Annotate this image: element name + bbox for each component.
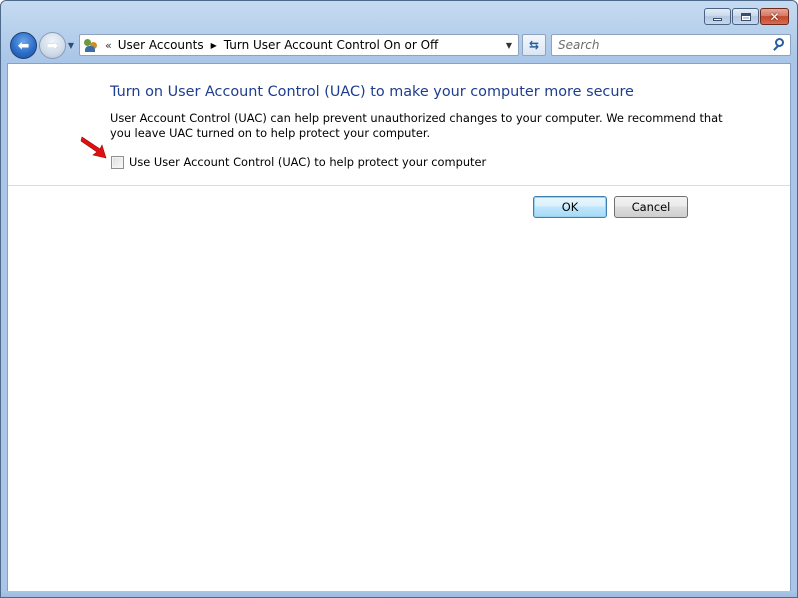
- content-pane: Turn on User Account Control (UAC) to ma…: [7, 63, 791, 593]
- minimize-button[interactable]: [704, 8, 731, 25]
- ok-button[interactable]: OK: [533, 196, 607, 218]
- forward-button[interactable]: ➡: [39, 32, 66, 59]
- navigation-bar: ⬅ ➡ ▼ « User Accounts ▶ Turn User Accoun…: [1, 31, 797, 59]
- minimize-icon: [713, 18, 722, 21]
- divider: [8, 185, 790, 186]
- description: User Account Control (UAC) can help prev…: [110, 111, 723, 141]
- close-button[interactable]: ✕: [760, 8, 789, 25]
- refresh-icon: ⇆: [528, 38, 540, 52]
- uac-checkbox-row[interactable]: Use User Account Control (UAC) to help p…: [111, 155, 486, 169]
- breadcrumb-current-page[interactable]: Turn User Account Control On or Off: [224, 38, 439, 52]
- breadcrumb-overflow[interactable]: «: [105, 39, 112, 52]
- red-arrow-icon: [80, 136, 107, 159]
- uac-checkbox[interactable]: [111, 155, 124, 169]
- breadcrumb-user-accounts[interactable]: User Accounts: [118, 38, 204, 52]
- address-dropdown-button[interactable]: ▼: [500, 35, 518, 55]
- page-title: Turn on User Account Control (UAC) to ma…: [110, 84, 634, 100]
- user-accounts-icon: [83, 37, 99, 53]
- maximize-button[interactable]: [732, 8, 759, 25]
- recent-pages-button[interactable]: ▼: [66, 40, 76, 50]
- caption-buttons: ✕: [704, 8, 789, 25]
- uac-checkbox-label[interactable]: Use User Account Control (UAC) to help p…: [129, 155, 486, 169]
- back-arrow-icon: ⬅: [17, 37, 30, 54]
- search-icon[interactable]: [770, 35, 790, 55]
- breadcrumb-chevron-right-icon[interactable]: ▶: [211, 41, 217, 50]
- maximize-icon: [740, 12, 751, 21]
- back-button[interactable]: ⬅: [10, 32, 37, 59]
- description-line: you leave UAC turned on to help protect …: [110, 126, 431, 140]
- refresh-button[interactable]: ⇆: [522, 34, 546, 56]
- cancel-button[interactable]: Cancel: [614, 196, 688, 218]
- search-input[interactable]: [552, 36, 770, 54]
- address-bar[interactable]: « User Accounts ▶ Turn User Account Cont…: [79, 34, 519, 56]
- forward-arrow-icon: ➡: [46, 37, 59, 54]
- close-icon: ✕: [769, 9, 780, 24]
- description-line: User Account Control (UAC) can help prev…: [110, 111, 723, 125]
- window-bottom-border: [1, 591, 797, 597]
- search-box: [551, 34, 791, 56]
- chevron-down-icon: ▼: [67, 40, 75, 50]
- chevron-down-icon: ▼: [505, 40, 513, 50]
- window: ✕ ⬅ ➡ ▼ « User Accounts ▶ Turn User Acco…: [0, 0, 798, 598]
